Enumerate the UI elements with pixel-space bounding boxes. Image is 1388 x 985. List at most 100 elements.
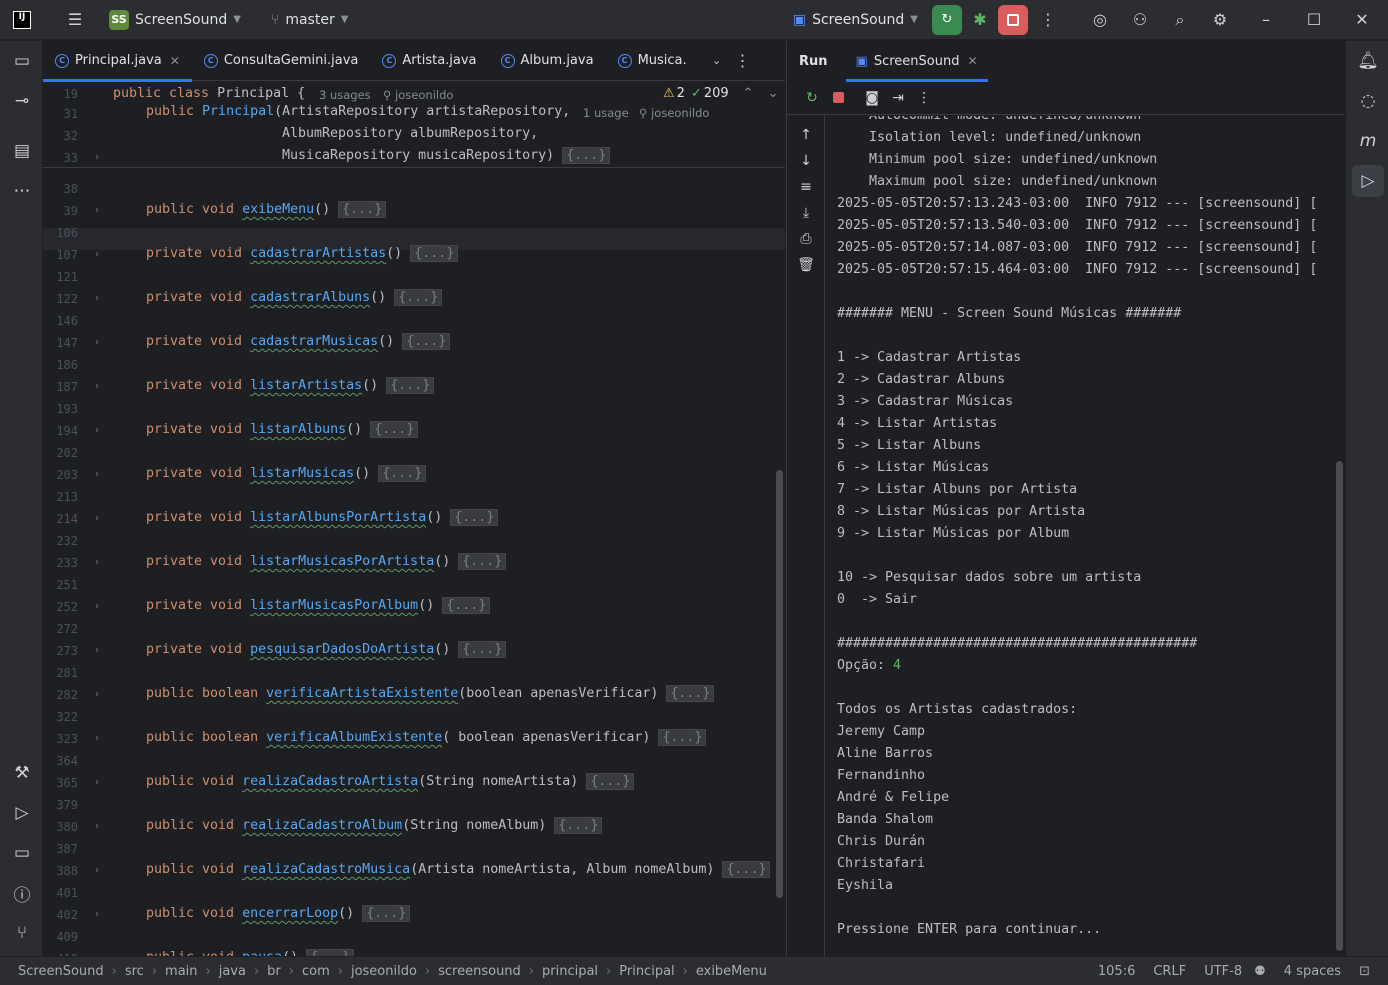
project-selector[interactable]: SS ScreenSound ▼: [101, 5, 249, 35]
folded-region[interactable]: {...}: [458, 553, 507, 570]
method-declaration[interactable]: public void encerrarLoop() {...}: [146, 905, 411, 922]
fold-arrow-icon[interactable]: ›: [95, 293, 99, 304]
method-declaration[interactable]: private void pesquisarDadosDoArtista() {…: [146, 641, 507, 658]
more-actions-icon[interactable]: ⋮: [911, 85, 937, 111]
line-separator[interactable]: CRLF: [1153, 964, 1186, 979]
run-config-selector[interactable]: ▣ ScreenSound ▼: [785, 5, 926, 35]
tabs-more-icon[interactable]: ⋮: [733, 45, 753, 77]
main-menu-icon[interactable]: ☰: [59, 4, 91, 36]
soft-wrap-icon[interactable]: ≡: [793, 174, 819, 200]
folded-region[interactable]: {...}: [666, 685, 715, 702]
breadcrumb-item[interactable]: br: [267, 964, 281, 979]
method-declaration[interactable]: private void cadastrarMusicas() {...}: [146, 333, 451, 350]
folded-region[interactable]: {...}: [458, 641, 507, 658]
indent-setting[interactable]: 4 spaces: [1284, 964, 1341, 979]
fold-arrow-icon[interactable]: ›: [95, 469, 99, 480]
notifications-bell-icon[interactable]: 🔔︎: [1352, 45, 1384, 77]
commit-icon[interactable]: ⊸: [6, 85, 38, 117]
fold-arrow-icon[interactable]: ›: [95, 337, 99, 348]
clear-trash-icon[interactable]: 🗑: [793, 252, 819, 278]
fold-arrow-icon[interactable]: ›: [95, 381, 99, 392]
folded-region[interactable]: {...}: [370, 421, 419, 438]
method-declaration[interactable]: private void listarAlbuns() {...}: [146, 421, 419, 438]
folded-region[interactable]: {...}: [554, 817, 603, 834]
exit-icon[interactable]: ⇥: [885, 85, 911, 111]
method-declaration[interactable]: public void exibeMenu() {...}: [146, 201, 387, 218]
close-tab-icon[interactable]: ✕: [967, 54, 977, 68]
stop-icon[interactable]: [825, 85, 851, 111]
breadcrumb-item[interactable]: Principal: [619, 964, 674, 979]
services-icon[interactable]: ▷: [6, 797, 38, 829]
next-issue-icon[interactable]: ⌄: [768, 86, 779, 101]
fold-arrow-icon[interactable]: ›: [95, 249, 99, 260]
folded-region[interactable]: {...}: [362, 905, 411, 922]
folded-region[interactable]: {...}: [410, 245, 459, 262]
print-icon[interactable]: ⎙: [793, 226, 819, 252]
folded-region[interactable]: {...}: [450, 509, 499, 526]
add-user-icon[interactable]: ⚇: [1124, 4, 1156, 36]
close-tab-icon[interactable]: ✕: [170, 54, 180, 68]
breadcrumb-item[interactable]: ScreenSound: [18, 964, 104, 979]
debug-button[interactable]: ✱: [964, 4, 996, 36]
vertical-scrollbar[interactable]: [776, 470, 783, 898]
inspection-widget[interactable]: ⚠ 2 ✓ 209 ⌃ ⌄: [663, 86, 778, 101]
minimize-icon[interactable]: –: [1250, 4, 1282, 36]
fold-arrow-icon[interactable]: ›: [95, 425, 99, 436]
tab-musica[interactable]: C Musica.: [606, 41, 699, 81]
breadcrumb-item[interactable]: screensound: [438, 964, 521, 979]
fold-arrow-icon[interactable]: ›: [95, 513, 99, 524]
breadcrumb-item[interactable]: exibeMenu: [696, 964, 767, 979]
method-declaration[interactable]: private void listarMusicasPorArtista() {…: [146, 553, 507, 570]
folded-region[interactable]: {...}: [562, 147, 611, 164]
scroll-down-icon[interactable]: ↓: [793, 148, 819, 174]
folded-region[interactable]: {...}: [306, 949, 355, 956]
fold-arrow-icon[interactable]: ›: [95, 689, 99, 700]
breadcrumb-item[interactable]: joseonildo: [351, 964, 417, 979]
tab-principal[interactable]: C Principal.java ✕: [43, 41, 192, 82]
maven-icon[interactable]: m: [1352, 125, 1384, 157]
tabs-dropdown-icon[interactable]: ⌄: [701, 45, 733, 77]
ai-assistant-icon[interactable]: ◎: [1084, 4, 1116, 36]
search-icon[interactable]: ⌕: [1164, 4, 1196, 36]
settings-gear-icon[interactable]: ⚙: [1204, 4, 1236, 36]
method-declaration[interactable]: private void cadastrarArtistas() {...}: [146, 245, 459, 262]
fold-arrow-icon[interactable]: ›: [95, 601, 99, 612]
rerun-icon[interactable]: ↻: [799, 85, 825, 111]
file-encoding[interactable]: UTF-8: [1204, 964, 1242, 979]
more-tools-icon[interactable]: ⋯: [6, 175, 38, 207]
more-actions-icon[interactable]: ⋮: [1032, 4, 1064, 36]
method-declaration[interactable]: private void listarMusicas() {...}: [146, 465, 427, 482]
run-tool-icon[interactable]: ▷: [1352, 165, 1384, 197]
method-declaration[interactable]: private void listarAlbunsPorArtista() {.…: [146, 509, 499, 526]
close-window-icon[interactable]: ✕: [1346, 4, 1378, 36]
fold-arrow-icon[interactable]: ›: [95, 865, 99, 876]
breadcrumb-item[interactable]: java: [219, 964, 246, 979]
method-declaration[interactable]: public void realizaCadastroAlbum(String …: [146, 817, 603, 834]
method-declaration[interactable]: public boolean verificaAlbumExistente( b…: [146, 729, 707, 746]
method-declaration[interactable]: private void listarMusicasPorAlbum() {..…: [146, 597, 491, 614]
cursor-position[interactable]: 105:6: [1098, 964, 1135, 979]
fold-arrow-icon[interactable]: ›: [95, 821, 99, 832]
rerun-button[interactable]: ↻: [932, 4, 962, 35]
fold-arrow-icon[interactable]: ›: [95, 733, 99, 744]
method-declaration[interactable]: public void realizaCadastroArtista(Strin…: [146, 773, 635, 790]
build-hammer-icon[interactable]: ⚒: [6, 757, 38, 789]
git-icon[interactable]: ⑂: [6, 917, 38, 949]
project-folder-icon[interactable]: ▭: [6, 45, 38, 77]
folded-region[interactable]: {...}: [394, 289, 443, 306]
folded-region[interactable]: {...}: [586, 773, 635, 790]
tab-album[interactable]: C Album.java: [489, 41, 606, 81]
fold-arrow-icon[interactable]: ›: [95, 152, 99, 163]
scroll-to-end-icon[interactable]: ⤓: [793, 200, 819, 226]
intellij-logo-icon[interactable]: IJ: [13, 10, 31, 29]
structure-icon[interactable]: ▤: [6, 135, 38, 167]
folded-region[interactable]: {...}: [402, 333, 451, 350]
maximize-icon[interactable]: ☐: [1298, 4, 1330, 36]
tab-consulta-gemini[interactable]: C ConsultaGemini.java: [192, 41, 371, 81]
scroll-up-icon[interactable]: ↑: [793, 122, 819, 148]
method-declaration[interactable]: public void realizaCadastroMusica(Artist…: [146, 861, 771, 878]
console-output[interactable]: Autocommit mode: undefined/unknown Isola…: [837, 116, 1337, 956]
branch-selector[interactable]: ⑂ master ▼: [263, 5, 356, 35]
fold-arrow-icon[interactable]: ›: [95, 645, 99, 656]
method-declaration[interactable]: private void listarArtistas() {...}: [146, 377, 435, 394]
